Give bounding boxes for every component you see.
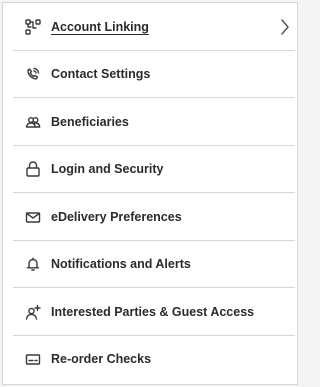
- menu-item-label: Account Linking: [51, 19, 149, 34]
- phone-icon: [23, 64, 43, 84]
- menu-item-edelivery-preferences[interactable]: eDelivery Preferences: [13, 193, 295, 241]
- menu-item-label: Re-order Checks: [51, 352, 152, 367]
- menu-item-label: Login and Security: [51, 162, 164, 177]
- menu-item-notifications-alerts[interactable]: Notifications and Alerts: [13, 241, 295, 289]
- people-icon: [23, 112, 43, 132]
- menu-item-reorder-checks[interactable]: Re-order Checks: [13, 336, 295, 384]
- menu-item-label: Notifications and Alerts: [51, 257, 191, 272]
- check-icon: [23, 349, 43, 369]
- account-linking-icon: [23, 17, 43, 37]
- settings-menu-panel: Account Linking Contact Settings Benefic…: [2, 2, 298, 385]
- lock-icon: [23, 159, 43, 179]
- menu-item-label: eDelivery Preferences: [51, 209, 182, 224]
- menu-item-contact-settings[interactable]: Contact Settings: [13, 51, 295, 99]
- envelope-icon: [23, 207, 43, 227]
- chevron-right-icon: [279, 17, 291, 37]
- menu-item-login-security[interactable]: Login and Security: [13, 146, 295, 194]
- menu-item-beneficiaries[interactable]: Beneficiaries: [13, 98, 295, 146]
- menu-item-label: Interested Parties & Guest Access: [51, 304, 255, 319]
- menu-item-label: Contact Settings: [51, 67, 151, 82]
- menu-item-account-linking[interactable]: Account Linking: [13, 3, 295, 51]
- settings-menu-list: Account Linking Contact Settings Benefic…: [3, 3, 297, 383]
- menu-item-interested-parties[interactable]: Interested Parties & Guest Access: [13, 288, 295, 336]
- menu-item-label: Beneficiaries: [51, 114, 129, 129]
- bell-icon: [23, 254, 43, 274]
- add-person-icon: [23, 302, 43, 322]
